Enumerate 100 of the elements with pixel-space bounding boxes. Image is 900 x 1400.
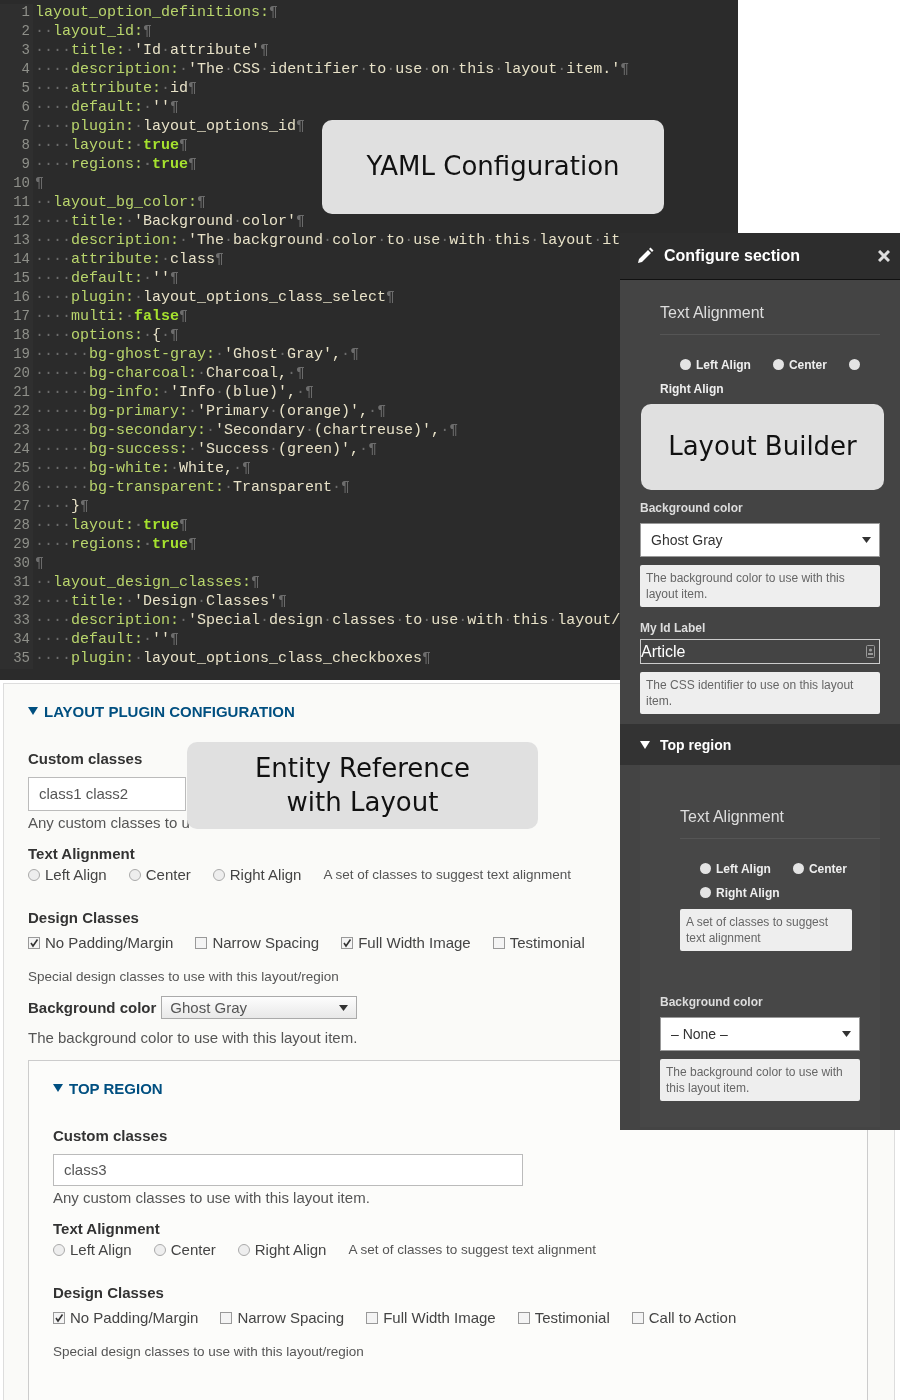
- radio-button[interactable]: [848, 359, 860, 370]
- checkbox-option[interactable]: Full Width Image: [341, 934, 471, 951]
- line-number: 1: [0, 4, 33, 23]
- triangle-icon[interactable]: [53, 1083, 63, 1093]
- code-line: ····title:·'Id·attribute'¶: [34, 42, 270, 61]
- checkmark-icon: [54, 1312, 64, 1323]
- line-number: 35: [0, 650, 33, 669]
- line-number: 32: [0, 593, 33, 612]
- line-number: 14: [0, 251, 33, 270]
- panel-title: Configure section: [664, 247, 801, 265]
- field-label: Custom classes: [28, 750, 143, 767]
- triangle-icon[interactable]: [28, 706, 38, 716]
- code-line: ¶: [34, 555, 44, 574]
- field-description: The background color to use with this layout item.: [28, 1029, 358, 1046]
- code-line: ····layout:·true¶: [34, 137, 189, 156]
- line-number: 22: [0, 403, 33, 422]
- field-description: Any custom classes to use with this layout item.: [53, 1189, 370, 1206]
- card-icon: [866, 645, 875, 658]
- code-line: ····title:·'Background·color'¶: [34, 213, 306, 232]
- checkbox-option[interactable]: Narrow Spacing: [220, 1309, 345, 1326]
- code-line: ······bg-success:·'Success·(green)',·¶: [34, 441, 378, 460]
- pencil-icon: [636, 247, 654, 265]
- code-line: ····regions:·true¶: [34, 156, 198, 175]
- field-description: A set of classes to suggest text alignment: [348, 1242, 597, 1257]
- line-number: 25: [0, 460, 33, 479]
- code-line: ····default:·''¶: [34, 631, 180, 650]
- radio-label[interactable]: Right Align: [716, 881, 780, 905]
- code-line: ····layout:·true¶: [34, 517, 189, 536]
- code-line: ····attribute:·class¶: [34, 251, 225, 270]
- checkmark-icon: [29, 937, 39, 948]
- code-line: ····description:·'The·background·color·to·use·with·this·layout·it: [34, 232, 621, 251]
- radio-button[interactable]: [700, 863, 711, 874]
- field-description: A set of classes to suggest text alignment: [680, 909, 852, 951]
- line-number: 12: [0, 213, 33, 232]
- radio-option[interactable]: Left Align: [28, 866, 107, 883]
- line-number: 24: [0, 441, 33, 460]
- region-header[interactable]: Top region: [620, 724, 900, 765]
- field-label: Background color: [28, 999, 157, 1016]
- select-field[interactable]: Ghost Gray: [640, 523, 880, 557]
- checkbox-option[interactable]: No Padding/Margin: [28, 934, 174, 951]
- line-number: 21: [0, 384, 33, 403]
- field-label: Background color: [660, 995, 764, 1009]
- close-icon[interactable]: [878, 250, 890, 262]
- checkbox-option[interactable]: Testimonial: [517, 1309, 610, 1326]
- radio-option[interactable]: Center: [128, 866, 191, 883]
- code-line: ····default:·''¶: [34, 99, 180, 118]
- radio-label[interactable]: Right Align: [660, 377, 724, 401]
- select-field[interactable]: Ghost Gray: [161, 996, 358, 1019]
- line-number: 20: [0, 365, 33, 384]
- radio-option[interactable]: Right Align: [212, 866, 302, 883]
- code-line: layout_option_definitions:¶: [34, 4, 279, 23]
- checkbox-option[interactable]: No Padding/Margin: [53, 1309, 199, 1326]
- line-number: 6: [0, 99, 33, 118]
- radio-label[interactable]: Left Align: [696, 353, 751, 377]
- select-field[interactable]: – None –: [660, 1017, 860, 1051]
- line-number: 27: [0, 498, 33, 517]
- line-number: 29: [0, 536, 33, 555]
- radio-label[interactable]: Center: [788, 353, 827, 377]
- radio-button[interactable]: [792, 863, 804, 874]
- code-line: ····plugin:·layout_options_id¶: [34, 118, 306, 137]
- section-title[interactable]: LAYOUT PLUGIN CONFIGURATION: [44, 702, 295, 720]
- line-number: 13: [0, 232, 33, 251]
- line-number: 16: [0, 289, 33, 308]
- section-heading: Text Alignment: [680, 808, 880, 839]
- radio-button[interactable]: [680, 359, 691, 370]
- section-title[interactable]: TOP REGION: [69, 1079, 163, 1097]
- triangle-icon[interactable]: [640, 739, 650, 750]
- radio-option[interactable]: Left Align: [53, 1241, 132, 1258]
- radio-button[interactable]: [772, 359, 784, 370]
- line-number: 5: [0, 80, 33, 99]
- radio-option[interactable]: Center: [153, 1241, 216, 1258]
- line-number: 34: [0, 631, 33, 650]
- code-line: ····description:·'The·CSS·identifier·to·use·on·this·layout·item.'¶: [34, 61, 630, 80]
- input-field[interactable]: class1 class2: [28, 777, 186, 811]
- code-line: ··layout_id:¶: [34, 23, 153, 42]
- field-label: My Id Label: [640, 621, 707, 635]
- line-number: 30: [0, 555, 33, 574]
- code-line: ····options:·{·¶: [34, 327, 180, 346]
- field-label: Design Classes: [28, 909, 139, 926]
- checkbox-option[interactable]: Full Width Image: [366, 1309, 496, 1326]
- caret-icon: [842, 1031, 851, 1037]
- checkbox-option[interactable]: Testimonial: [492, 934, 585, 951]
- line-number: 7: [0, 118, 33, 137]
- line-number: 28: [0, 517, 33, 536]
- radio-label[interactable]: Center: [808, 857, 847, 881]
- field-label: Design Classes: [53, 1284, 164, 1301]
- input-field[interactable]: class3: [53, 1154, 523, 1186]
- checkbox-option[interactable]: Narrow Spacing: [195, 934, 320, 951]
- input-field[interactable]: Article: [640, 639, 880, 664]
- radio-label[interactable]: Left Align: [716, 857, 771, 881]
- radio-option[interactable]: Right Align: [237, 1241, 327, 1258]
- code-line: ····title:·'Design·Classes'¶: [34, 593, 288, 612]
- code-line: ····multi:·false¶: [34, 308, 189, 327]
- code-line: ····description:·'Special·design·classes·to·use·with·this·layout/: [34, 612, 621, 631]
- code-line: ······bg-white:·White,·¶: [34, 460, 252, 479]
- code-line: ····plugin:·layout_options_class_select¶: [34, 289, 396, 308]
- checkbox-option[interactable]: Call to Action: [631, 1309, 737, 1326]
- radio-button[interactable]: [700, 887, 711, 898]
- code-line: ····default:·''¶: [34, 270, 180, 289]
- field-description: Special design classes to use with this layout/region: [28, 969, 339, 984]
